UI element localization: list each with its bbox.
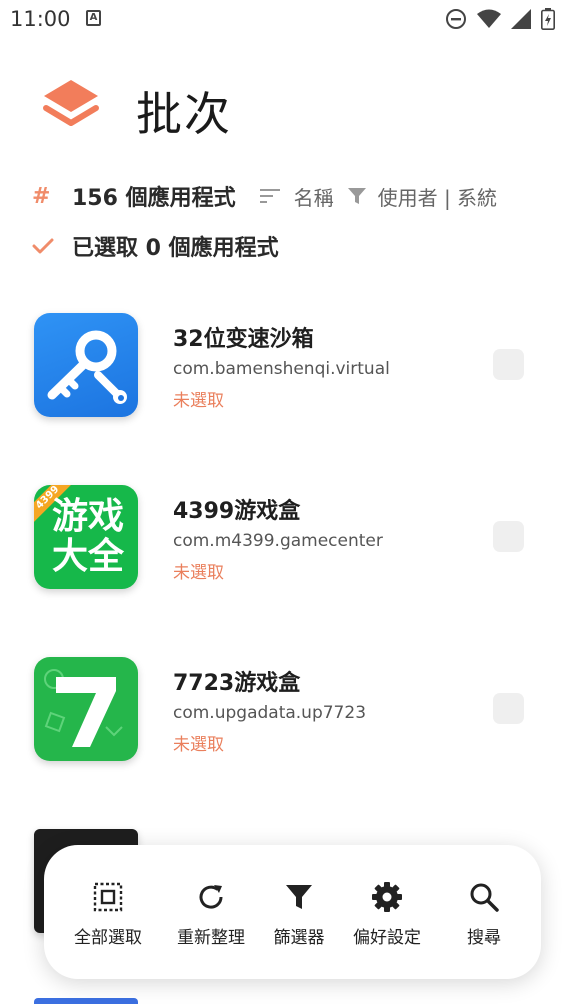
- selected-count: 已選取 0 個應用程式: [72, 236, 279, 261]
- wifi-icon: [477, 9, 501, 28]
- app-count: 156 個應用程式: [72, 186, 236, 211]
- bottom-toolbar: 全部選取 重新整理 篩選器 偏好設定 搜尋: [44, 845, 541, 979]
- check-icon: [32, 238, 54, 254]
- select-all-button[interactable]: 全部選取: [62, 881, 154, 961]
- search-icon: [470, 883, 499, 912]
- app-list-item-partial[interactable]: [34, 998, 138, 1004]
- 7723-icon: [34, 657, 138, 761]
- signal-icon: [511, 9, 531, 29]
- app-name: 32位变速沙箱: [173, 327, 314, 352]
- sort-button[interactable]: 名稱: [259, 182, 334, 211]
- app-selection-status: 未選取: [173, 391, 224, 411]
- user-system-filter[interactable]: 使用者 | 系統: [347, 182, 498, 211]
- app-package: com.m4399.gamecenter: [173, 531, 383, 551]
- app-list-item[interactable]: 7723游戏盒 com.upgadata.up7723 未選取: [0, 657, 565, 777]
- gear-icon: [372, 882, 402, 912]
- status-time: 11:00: [10, 7, 71, 31]
- hash-icon: #: [32, 183, 51, 209]
- app-checkbox[interactable]: [493, 521, 524, 552]
- app-list-item[interactable]: 32位变速沙箱 com.bamenshenqi.virtual 未選取: [0, 313, 565, 433]
- refresh-button[interactable]: 重新整理: [168, 881, 254, 961]
- app-selection-status: 未選取: [173, 735, 224, 755]
- filter-icon: [347, 188, 366, 204]
- preferences-label: 偏好設定: [353, 928, 421, 948]
- app-list-item[interactable]: 4399 游戏 大全 4399游戏盒 com.m4399.gamecenter …: [0, 485, 565, 605]
- icon-text-bottom: 大全: [51, 536, 124, 577]
- preferences-button[interactable]: 偏好設定: [344, 881, 430, 961]
- sort-label: 名稱: [293, 185, 334, 210]
- app-selection-status: 未選取: [173, 563, 224, 583]
- summary-row: # 156 個應用程式 名稱 使用者 | 系統: [32, 180, 552, 212]
- notification-a-icon: A: [86, 10, 101, 26]
- filter-icon: [286, 885, 312, 909]
- status-icons: [445, 8, 555, 30]
- refresh-label: 重新整理: [177, 928, 245, 948]
- page-title: 批次: [136, 87, 232, 141]
- refresh-icon: [199, 885, 223, 909]
- do-not-disturb-icon: [446, 9, 466, 29]
- select-all-icon: [93, 882, 123, 912]
- app-checkbox[interactable]: [493, 349, 524, 380]
- sort-icon: [259, 189, 280, 203]
- battery-icon: [541, 8, 555, 30]
- icon-text-top: 游戏: [51, 496, 124, 537]
- search-label: 搜尋: [467, 928, 501, 948]
- filter-label: 使用者 | 系統: [377, 185, 498, 210]
- selection-summary: 已選取 0 個應用程式: [32, 230, 279, 262]
- status-bar: 11:00 A: [0, 0, 565, 38]
- app-package: com.upgadata.up7723: [173, 703, 367, 723]
- filter-label: 篩選器: [273, 928, 325, 948]
- app-checkbox[interactable]: [493, 693, 524, 724]
- key-wrench-icon: [34, 313, 138, 417]
- 4399-game-icon: 4399 游戏 大全: [34, 485, 138, 589]
- app-package: com.bamenshenqi.virtual: [173, 359, 390, 379]
- search-button[interactable]: 搜尋: [444, 881, 524, 961]
- layers-logo-icon: [43, 80, 99, 126]
- app-name: 7723游戏盒: [173, 671, 301, 696]
- select-all-label: 全部選取: [74, 928, 142, 948]
- filter-button[interactable]: 篩選器: [264, 881, 334, 961]
- app-name: 4399游戏盒: [173, 499, 301, 524]
